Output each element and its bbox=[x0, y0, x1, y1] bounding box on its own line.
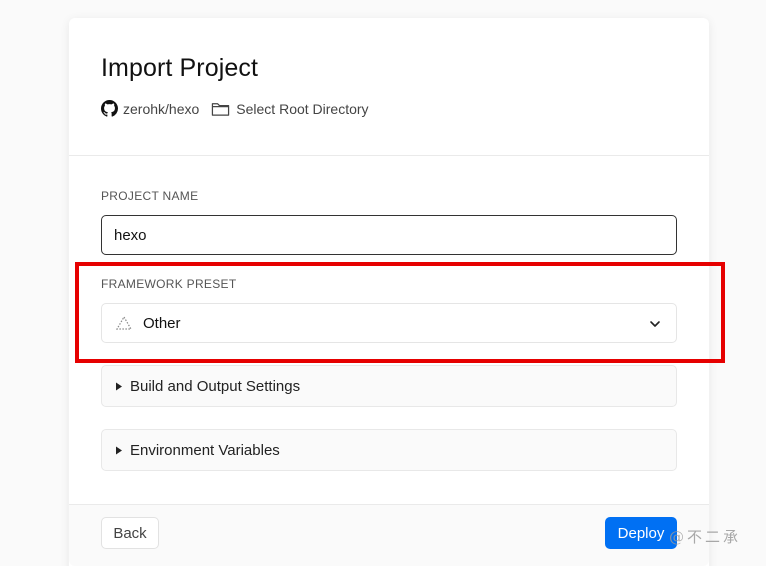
environment-variables-label: Environment Variables bbox=[130, 441, 280, 459]
build-output-settings-label: Build and Output Settings bbox=[130, 377, 301, 395]
deploy-button[interactable]: Deploy bbox=[605, 517, 677, 549]
header-divider bbox=[69, 155, 709, 156]
github-icon bbox=[101, 100, 118, 117]
back-button[interactable]: Back bbox=[101, 517, 159, 549]
build-output-settings-toggle[interactable]: Build and Output Settings bbox=[101, 365, 677, 407]
watermark: @不二承 bbox=[669, 528, 742, 546]
highlight-annotation-box bbox=[75, 262, 725, 363]
repo-name[interactable]: zerohk/hexo bbox=[123, 101, 199, 117]
repo-info: zerohk/hexo Select Root Directory bbox=[101, 100, 369, 117]
project-name-label: PROJECT NAME bbox=[101, 189, 199, 203]
project-name-input[interactable]: hexo bbox=[101, 215, 677, 255]
caret-right-icon bbox=[116, 446, 122, 454]
page-title: Import Project bbox=[101, 54, 259, 82]
project-name-value: hexo bbox=[114, 226, 147, 244]
environment-variables-toggle[interactable]: Environment Variables bbox=[101, 429, 677, 471]
select-root-directory-link[interactable]: Select Root Directory bbox=[236, 101, 368, 117]
caret-right-icon bbox=[116, 382, 122, 390]
folder-icon bbox=[212, 102, 230, 116]
